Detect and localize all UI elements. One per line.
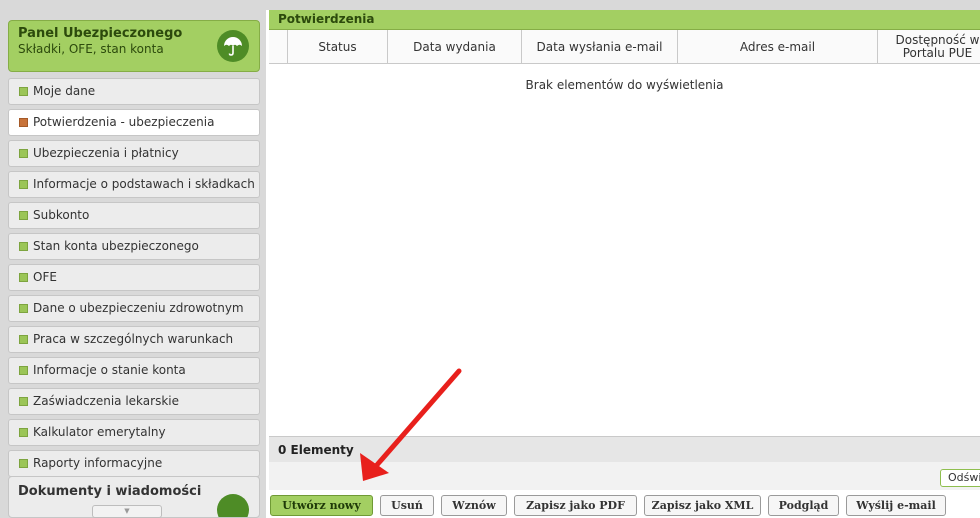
sidebar-item-label: Praca w szczególnych warunkach [33, 332, 234, 346]
sidebar-item-label: Raporty informacyjne [33, 456, 163, 470]
top-band [266, 0, 980, 10]
panel2-title: Dokumenty i wiadomości [18, 484, 202, 499]
sidebar-scroll-down-button[interactable]: ▼ [92, 505, 162, 518]
sidebar-item-label: Ubezpieczenia i płatnicy [33, 146, 179, 160]
bullet-icon [19, 459, 28, 468]
refresh-row: Odśwież [269, 462, 980, 490]
save-xml-button[interactable]: Zapisz jako XML [644, 495, 761, 516]
panel-ubezpieczonego-header[interactable]: Panel Ubezpieczonego Składki, OFE, stan … [8, 20, 260, 72]
sidebar-item-zaswiadczenia-lekarskie[interactable]: Zaświadczenia lekarskie [8, 388, 260, 415]
column-header-select[interactable] [269, 30, 288, 64]
send-email-button[interactable]: Wyślij e-mail [846, 495, 946, 516]
bullet-icon [19, 273, 28, 282]
bullet-icon [19, 304, 28, 313]
save-pdf-button[interactable]: Zapisz jako PDF [514, 495, 637, 516]
sidebar-item-ubezpieczenia-i-platnicy[interactable]: Ubezpieczenia i płatnicy [8, 140, 260, 167]
bullet-icon [19, 242, 28, 251]
sidebar-item-label: Stan konta ubezpieczonego [33, 239, 199, 253]
sidebar-item-label: Informacje o podstawach i składkach [33, 177, 255, 191]
bullet-icon [19, 335, 28, 344]
sidebar-item-label: Kalkulator emerytalny [33, 425, 166, 439]
chevron-down-icon: ▼ [124, 507, 130, 515]
column-header-data-wyslania[interactable]: Data wysłania e-mail [522, 30, 678, 64]
empty-table-message: Brak elementów do wyświetlenia [525, 78, 724, 92]
column-header-status[interactable]: Status [288, 30, 388, 64]
panel-subtitle: Składki, OFE, stan konta [18, 42, 164, 56]
column-header-dostepnosc[interactable]: Dostępność w Portalu PUE [878, 30, 980, 64]
sidebar-item-ofe[interactable]: OFE [8, 264, 260, 291]
bullet-icon [19, 87, 28, 96]
bullet-icon [19, 428, 28, 437]
sidebar-item-stan-konta-ubezpieczonego[interactable]: Stan konta ubezpieczonego [8, 233, 260, 260]
sidebar-item-kalkulator-emerytalny[interactable]: Kalkulator emerytalny [8, 419, 260, 446]
table-header: Status Data wydania Data wysłania e-mail… [269, 30, 980, 64]
section-title: Potwierdzenia [269, 10, 980, 30]
app-page: Panel Ubezpieczonego Składki, OFE, stan … [0, 0, 980, 518]
sidebar-item-label: Zaświadczenia lekarskie [33, 394, 179, 408]
bullet-icon [19, 397, 28, 406]
sidebar-item-raporty-informacyjne[interactable]: Raporty informacyjne [8, 450, 260, 477]
preview-button[interactable]: Podgląd [768, 495, 839, 516]
envelope-icon [217, 494, 249, 517]
sidebar-item-label: Dane o ubezpieczeniu zdrowotnym [33, 301, 244, 315]
sidebar-item-dane-o-ubezpieczeniu-zdrowotnym[interactable]: Dane o ubezpieczeniu zdrowotnym [8, 295, 260, 322]
bullet-icon [19, 366, 28, 375]
sidebar-item-potwierdzenia-ubezpieczenia[interactable]: Potwierdzenia - ubezpieczenia [8, 109, 260, 136]
sidebar: Panel Ubezpieczonego Składki, OFE, stan … [0, 0, 266, 518]
column-header-data-wydania[interactable]: Data wydania [388, 30, 522, 64]
panel-title: Panel Ubezpieczonego [18, 26, 183, 41]
create-new-button[interactable]: Utwórz nowy [270, 495, 373, 516]
sidebar-item-informacje-o-stanie-konta[interactable]: Informacje o stanie konta [8, 357, 260, 384]
sidebar-item-informacje-o-podstawach[interactable]: Informacje o podstawach i składkach [8, 171, 260, 198]
main-content: Potwierdzenia Status Data wydania Data w… [266, 0, 980, 518]
sidebar-item-label: Moje dane [33, 84, 96, 98]
item-count: 0 Elementy [269, 436, 980, 462]
refresh-button[interactable]: Odśwież [940, 469, 980, 487]
umbrella-icon [217, 30, 249, 62]
sidebar-item-label: OFE [33, 270, 57, 284]
sidebar-item-moje-dane[interactable]: Moje dane [8, 78, 260, 105]
action-buttons: Utwórz nowy Usuń Wznów Zapisz jako PDF Z… [269, 490, 980, 518]
resume-button[interactable]: Wznów [441, 495, 507, 516]
bullet-icon [19, 149, 28, 158]
sidebar-item-label: Subkonto [33, 208, 90, 222]
sidebar-item-praca-w-szczegolnych-warunkach[interactable]: Praca w szczególnych warunkach [8, 326, 260, 353]
sidebar-item-label: Informacje o stanie konta [33, 363, 186, 377]
delete-button[interactable]: Usuń [380, 495, 434, 516]
bullet-icon [19, 211, 28, 220]
sidebar-item-subkonto[interactable]: Subkonto [8, 202, 260, 229]
column-header-adres-email[interactable]: Adres e-mail [678, 30, 878, 64]
bullet-icon [19, 118, 28, 127]
sidebar-item-label: Potwierdzenia - ubezpieczenia [33, 115, 215, 129]
bullet-icon [19, 180, 28, 189]
